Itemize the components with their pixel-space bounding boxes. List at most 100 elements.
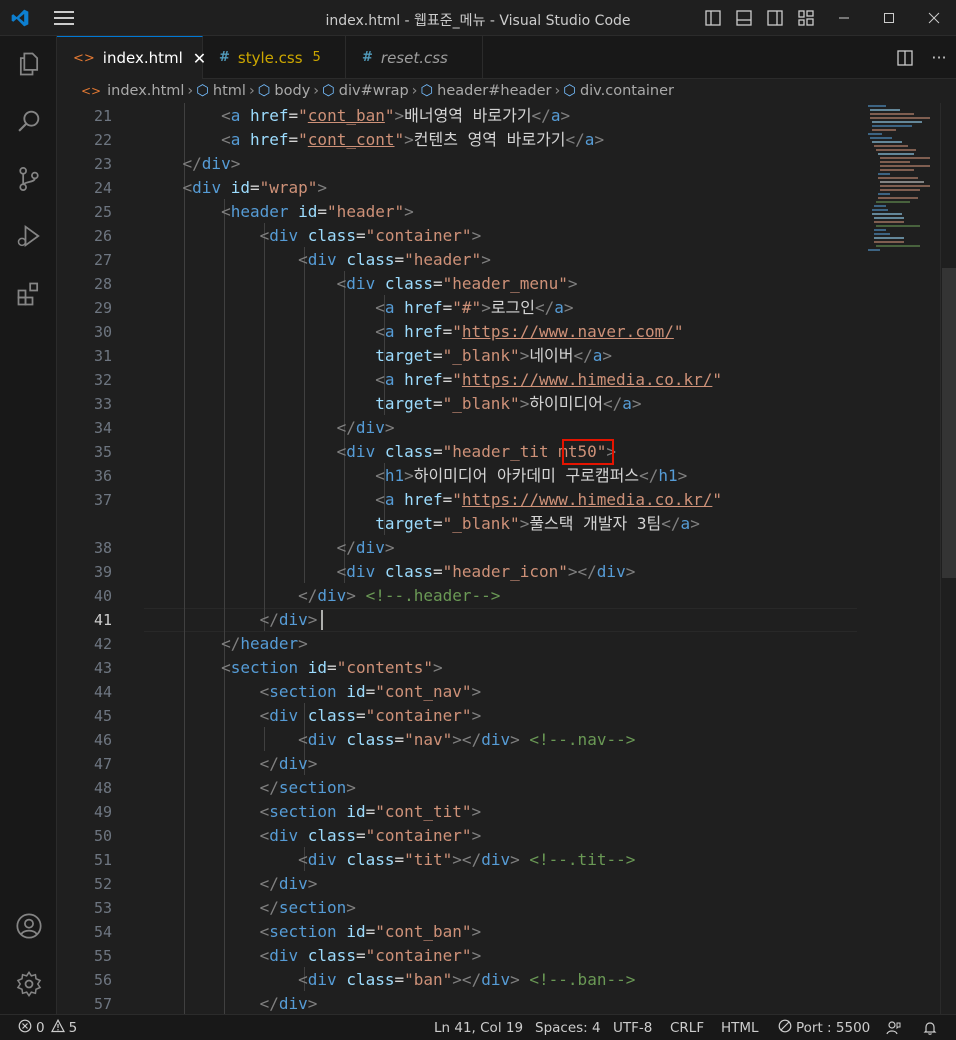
search-icon[interactable] bbox=[0, 97, 57, 145]
code-line[interactable]: </section> bbox=[144, 776, 356, 800]
indentation[interactable]: Spaces: 4 bbox=[535, 1015, 601, 1040]
code-line[interactable]: <div class="header_icon"></div> bbox=[144, 560, 636, 584]
code-line[interactable]: <a href="cont_cont">컨텐츠 영역 바로가기</a> bbox=[144, 128, 604, 152]
breadcrumb-item[interactable]: ⬡ body bbox=[258, 83, 311, 99]
vertical-scrollbar[interactable] bbox=[940, 103, 956, 1014]
code-line[interactable]: <div class="container"> bbox=[144, 944, 482, 968]
breadcrumb-label: html bbox=[212, 83, 246, 99]
code-line[interactable]: target="_blank">풀스택 개발자 3팀</a> bbox=[144, 512, 700, 536]
extensions-icon[interactable] bbox=[0, 270, 57, 318]
line-number: 34 bbox=[93, 419, 112, 437]
toggle-panel-icon[interactable] bbox=[728, 0, 759, 36]
code-line[interactable]: </div> bbox=[144, 416, 395, 440]
warning-count: 5 bbox=[68, 1020, 78, 1036]
breadcrumb-item[interactable]: ⬡ html bbox=[196, 83, 246, 99]
chevron-right-icon: › bbox=[187, 83, 194, 99]
code-line[interactable]: </section> bbox=[144, 896, 356, 920]
breadcrumb-item[interactable]: ⬡ div#wrap bbox=[322, 83, 409, 99]
code-line[interactable]: <section id="cont_nav"> bbox=[144, 680, 482, 704]
code-line[interactable]: <a href="https://www.naver.com/" bbox=[144, 320, 683, 344]
feedback-icon[interactable] bbox=[886, 1015, 902, 1040]
code-line[interactable]: <div class="header_tit mt50"> bbox=[144, 440, 616, 464]
code-line[interactable]: </div> bbox=[144, 872, 318, 896]
breadcrumb-label: div#wrap bbox=[338, 83, 409, 99]
run-debug-icon[interactable] bbox=[0, 212, 57, 260]
chevron-right-icon: › bbox=[313, 83, 320, 99]
vscode-logo-icon[interactable] bbox=[0, 0, 40, 36]
code-line[interactable]: <section id="cont_tit"> bbox=[144, 800, 482, 824]
breadcrumb-item[interactable]: <> index.html bbox=[81, 83, 184, 99]
code-line[interactable]: <div class="tit"></div> <!--.tit--> bbox=[144, 848, 635, 872]
code-line[interactable]: <section id="contents"> bbox=[144, 656, 443, 680]
code-line[interactable]: <div class="container"> bbox=[144, 224, 482, 248]
maximize-icon[interactable] bbox=[866, 0, 911, 36]
code-line[interactable]: </div> bbox=[144, 752, 318, 776]
error-icon bbox=[18, 1019, 32, 1037]
split-editor-icon[interactable] bbox=[888, 49, 922, 66]
accounts-icon[interactable] bbox=[0, 902, 57, 950]
code-line[interactable]: <div class="container"> bbox=[144, 704, 482, 728]
code-line[interactable]: <div class="nav"></div> <!--.nav--> bbox=[144, 728, 635, 752]
chevron-right-icon: › bbox=[248, 83, 255, 99]
explorer-icon[interactable] bbox=[0, 40, 57, 88]
code-line[interactable]: <div class="header"> bbox=[144, 248, 491, 272]
code-line[interactable]: <section id="cont_ban"> bbox=[144, 920, 482, 944]
code-line[interactable]: </div> bbox=[144, 992, 318, 1014]
more-actions-icon[interactable]: ··· bbox=[922, 48, 956, 67]
minimize-icon[interactable] bbox=[821, 0, 866, 36]
code-line[interactable]: <a href="cont_ban">배너영역 바로가기</a> bbox=[144, 104, 570, 128]
code-editor[interactable]: 21 22 23 24 25 26 27 28 29 30 31 32 33 3… bbox=[57, 103, 956, 1014]
line-number: 43 bbox=[93, 659, 112, 677]
breadcrumb-item[interactable]: ⬡ header#header bbox=[420, 83, 551, 99]
code-line[interactable]: </div> <!--.header--> bbox=[144, 584, 500, 608]
code-line[interactable]: </div> bbox=[144, 152, 241, 176]
code-line[interactable]: target="_blank">네이버</a> bbox=[144, 344, 612, 368]
code-line[interactable]: <div class="header_menu"> bbox=[144, 272, 578, 296]
scrollbar-thumb[interactable] bbox=[942, 268, 956, 578]
cursor-position[interactable]: Ln 41, Col 19 bbox=[434, 1015, 523, 1040]
tab-index-html[interactable]: <> index.html ✕ bbox=[57, 36, 206, 79]
element-cube-icon: ⬡ bbox=[563, 83, 576, 99]
code-line[interactable]: <div class="container"> bbox=[144, 824, 482, 848]
code-line[interactable]: <div id="wrap"> bbox=[144, 176, 328, 200]
tab-reset-css[interactable]: # reset.css bbox=[346, 36, 483, 79]
code-line[interactable]: <a href="#">로그인</a> bbox=[144, 296, 573, 320]
code-line[interactable]: <a href="https://www.himedia.co.kr/" bbox=[144, 488, 722, 512]
breadcrumb-item[interactable]: ⬡ div.container bbox=[563, 83, 674, 99]
code-line[interactable]: <div class="ban"></div> <!--.ban--> bbox=[144, 968, 635, 992]
problems-indicator[interactable]: 0 5 bbox=[18, 1015, 77, 1040]
line-number: 46 bbox=[93, 731, 112, 749]
code-line[interactable]: <header id="header"> bbox=[144, 200, 414, 224]
code-line[interactable]: <a href="https://www.himedia.co.kr/" bbox=[144, 368, 722, 392]
customize-layout-icon[interactable] bbox=[790, 0, 821, 36]
settings-gear-icon[interactable] bbox=[0, 960, 57, 1008]
css-file-icon: # bbox=[362, 50, 373, 65]
close-window-icon[interactable] bbox=[911, 0, 956, 36]
line-number: 56 bbox=[93, 971, 112, 989]
toggle-secondary-sidebar-icon[interactable] bbox=[759, 0, 790, 36]
source-control-icon[interactable] bbox=[0, 155, 57, 203]
code-line[interactable]: </div> bbox=[144, 536, 395, 560]
toggle-primary-sidebar-icon[interactable] bbox=[697, 0, 728, 36]
code-line[interactable]: </header> bbox=[144, 632, 308, 656]
line-number: 52 bbox=[93, 875, 112, 893]
language-mode[interactable]: HTML bbox=[721, 1015, 759, 1040]
status-bar: 0 5 Ln 41, Col 19 Spaces: 4 UTF-8 CRLF H… bbox=[0, 1014, 956, 1040]
code-line[interactable]: target="_blank">하이미디어</a> bbox=[144, 392, 641, 416]
line-number: 31 bbox=[93, 347, 112, 365]
tab-style-css[interactable]: # style.css 5 bbox=[203, 36, 346, 79]
end-of-line[interactable]: CRLF bbox=[670, 1015, 704, 1040]
code-line[interactable]: </div> bbox=[144, 608, 318, 632]
chevron-right-icon: › bbox=[411, 83, 418, 99]
line-number: 27 bbox=[93, 251, 112, 269]
code-line[interactable]: <h1>하이미디어 아카데미 구로캠퍼스</h1> bbox=[144, 464, 687, 488]
line-number: 21 bbox=[93, 107, 112, 125]
line-number: 45 bbox=[93, 707, 112, 725]
hamburger-menu-icon[interactable] bbox=[40, 0, 88, 36]
live-server-port[interactable]: Port : 5500 bbox=[778, 1015, 870, 1040]
line-number: 50 bbox=[93, 827, 112, 845]
encoding[interactable]: UTF-8 bbox=[613, 1015, 652, 1040]
notifications-bell-icon[interactable] bbox=[922, 1015, 938, 1040]
no-entry-icon bbox=[778, 1019, 792, 1037]
minimap[interactable] bbox=[864, 103, 940, 1014]
